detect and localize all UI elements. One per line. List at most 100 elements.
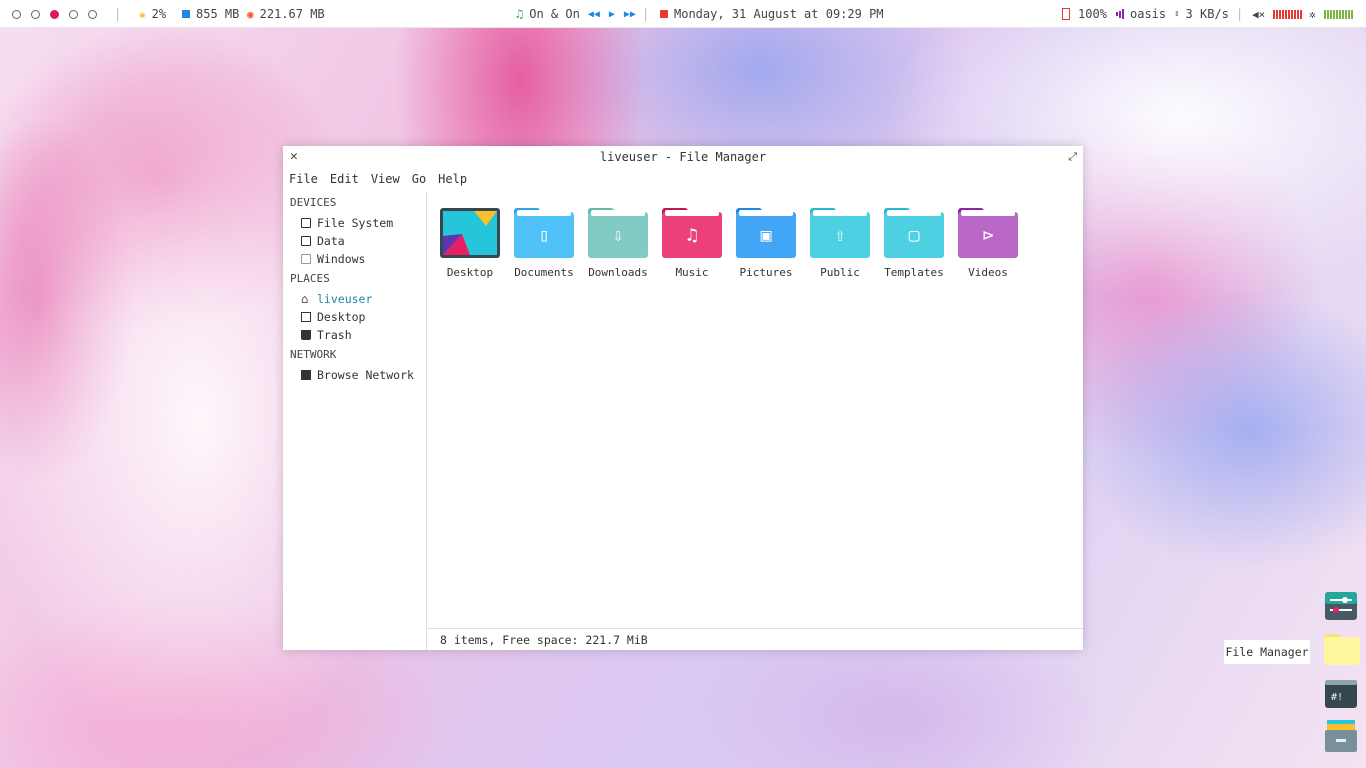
archive-icon <box>1325 720 1357 752</box>
file-item-public[interactable]: ⇧ Public <box>803 208 877 279</box>
drive-icon <box>301 254 311 264</box>
music-track[interactable]: On & On <box>529 7 580 21</box>
workspace-5-icon[interactable] <box>88 9 97 19</box>
brightness-indicator[interactable]: ✲ <box>1309 0 1353 28</box>
music-player: ♫ On & On ◀◀ ▶ ▶▶ <box>516 0 636 28</box>
network-icon <box>301 370 311 380</box>
file-item-label: Desktop <box>446 266 494 279</box>
file-item-documents[interactable]: ▯ Documents <box>507 208 581 279</box>
panel-divider: | <box>114 7 122 21</box>
network-indicator[interactable]: oasis ⇕ 3 KB/s <box>1116 0 1229 28</box>
network-header: NETWORK <box>290 348 337 361</box>
workspace-2-icon[interactable] <box>31 9 40 19</box>
menu-view[interactable]: View <box>365 169 406 189</box>
volume-indicator[interactable]: ◀× <box>1252 0 1303 28</box>
menu-help[interactable]: Help <box>432 169 473 189</box>
templates-folder-icon: ▢ <box>884 208 944 258</box>
titlebar[interactable]: ✕ liveuser - File Manager ⤢ <box>283 146 1083 168</box>
file-item-label: Documents <box>514 266 574 279</box>
folder-icon <box>1324 634 1360 665</box>
previous-track-icon[interactable]: ◀◀ <box>588 9 600 20</box>
sidebar-item-windows[interactable]: Windows <box>301 250 365 268</box>
terminal-icon: #! <box>1325 680 1357 708</box>
terminal-dock-icon[interactable]: #! <box>1323 678 1361 716</box>
menu-go[interactable]: Go <box>406 169 432 189</box>
brightness-bar <box>1323 9 1353 19</box>
next-track-icon[interactable]: ▶▶ <box>624 9 636 20</box>
network-speed: 3 KB/s <box>1185 7 1229 21</box>
sidebar-item-label: Desktop <box>317 310 366 324</box>
cpu-indicator: ❋ 2% <box>139 0 166 28</box>
sidebar-item-browse-network[interactable]: Browse Network <box>301 366 414 384</box>
sidebar-item-trash[interactable]: Trash <box>301 326 352 344</box>
workspace-4-icon[interactable] <box>69 9 78 19</box>
file-item-videos[interactable]: ⊳ Videos <box>951 208 1025 279</box>
memory-icon <box>182 10 190 18</box>
disk-indicator: ◉ 221.67 MB <box>247 0 325 28</box>
drive-icon <box>301 236 311 246</box>
file-item-label: Templates <box>884 266 944 279</box>
desktop-folder-icon <box>440 208 500 258</box>
desktop-icon <box>301 312 311 322</box>
settings-manager-dock-icon[interactable] <box>1323 590 1361 628</box>
window-title: liveuser - File Manager <box>599 150 767 164</box>
file-item-templates[interactable]: ▢ Templates <box>877 208 951 279</box>
file-item-downloads[interactable]: ⇩ Downloads <box>581 208 655 279</box>
brightness-icon: ✲ <box>1309 7 1316 21</box>
calendar-icon <box>660 10 668 18</box>
play-icon[interactable]: ▶ <box>609 9 615 20</box>
trash-icon <box>301 330 311 340</box>
memory-indicator: 855 MB <box>182 0 239 28</box>
maximize-icon[interactable]: ⤢ <box>1068 150 1077 164</box>
sidebar-item-liveuser[interactable]: ⌂ liveuser <box>301 290 372 308</box>
file-manager-window: ✕ liveuser - File Manager ⤢ File Edit Vi… <box>283 146 1083 650</box>
documents-folder-icon: ▯ <box>514 208 574 258</box>
pictures-folder-icon: ▣ <box>736 208 796 258</box>
battery-icon <box>1062 8 1070 20</box>
memory-usage: 855 MB <box>196 7 240 21</box>
file-item-label: Videos <box>968 266 1008 279</box>
music-folder-icon: ♫ <box>662 208 722 258</box>
workspace-3-icon[interactable] <box>50 9 59 19</box>
sidebar-item-label: Trash <box>317 328 352 342</box>
statusbar: 8 items, Free space: 221.7 MiB <box>427 628 1083 651</box>
volume-muted-icon: ◀× <box>1252 7 1266 21</box>
music-note-icon: ♫ <box>516 7 524 21</box>
volume-bar <box>1273 9 1303 19</box>
panel-divider: | <box>1236 7 1244 21</box>
svg-text:#!: #! <box>1331 692 1343 703</box>
datetime: Monday, 31 August at 09:29 PM <box>674 7 884 21</box>
dock-tooltip: File Manager <box>1224 640 1310 664</box>
sidebar-item-label: liveuser <box>317 292 373 306</box>
devices-header: DEVICES <box>290 196 337 209</box>
panel-divider: | <box>642 7 650 21</box>
file-item-pictures[interactable]: ▣ Pictures <box>729 208 803 279</box>
battery-level: 100% <box>1078 7 1107 21</box>
file-item-label: Downloads <box>588 266 648 279</box>
archive-manager-dock-icon[interactable] <box>1323 718 1361 756</box>
sidebar-item-label: Browse Network <box>317 368 414 382</box>
wifi-icon <box>1116 9 1124 19</box>
videos-folder-icon: ⊳ <box>958 208 1018 258</box>
menubar: File Edit View Go Help <box>283 169 473 189</box>
sidebar-item-file-system[interactable]: File System <box>301 214 393 232</box>
file-item-desktop[interactable]: Desktop <box>433 208 507 279</box>
file-manager-dock-icon[interactable] <box>1323 632 1361 670</box>
workspace-switcher[interactable] <box>12 0 107 28</box>
workspace-1-icon[interactable] <box>12 9 21 19</box>
sidebar-item-desktop[interactable]: Desktop <box>301 308 365 326</box>
file-item-music[interactable]: ♫ Music <box>655 208 729 279</box>
disk-icon: ◉ <box>247 7 254 21</box>
file-view[interactable]: Desktop ▯ Documents ⇩ Downloads ♫ Music … <box>427 192 1083 630</box>
clock[interactable]: Monday, 31 August at 09:29 PM <box>660 0 884 28</box>
network-name: oasis <box>1130 7 1167 21</box>
sidebar-item-data[interactable]: Data <box>301 232 345 250</box>
menu-file[interactable]: File <box>283 169 324 189</box>
menu-edit[interactable]: Edit <box>324 169 365 189</box>
file-item-label: Public <box>820 266 860 279</box>
cpu-icon: ❋ <box>139 7 146 21</box>
sidebar-item-label: Data <box>317 234 345 248</box>
cpu-usage: 2% <box>151 7 167 21</box>
places-header: PLACES <box>290 272 330 285</box>
sidebar: DEVICES File System Data Windows PLACES … <box>283 192 427 650</box>
